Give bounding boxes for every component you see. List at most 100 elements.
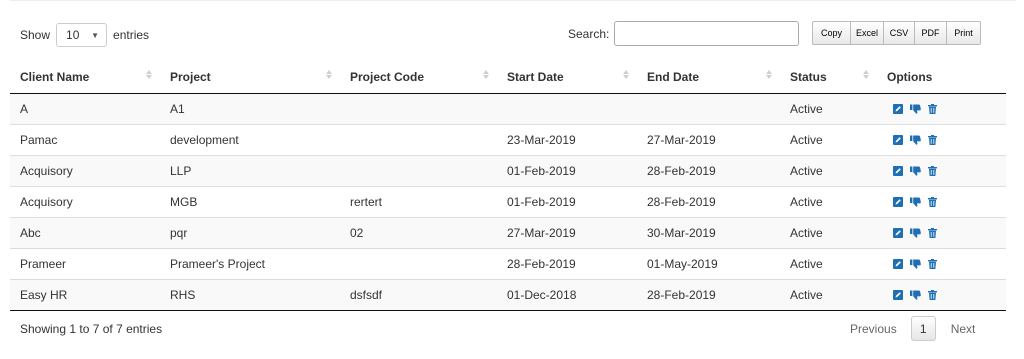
table-row: Acquisory LLP 01-Feb-2019 28-Feb-2019 Active xyxy=(10,154,1006,186)
cell-options xyxy=(877,216,1006,248)
cell-start-date: 01-Feb-2019 xyxy=(497,154,637,186)
entries-select[interactable]: 10 ▼ xyxy=(56,23,108,47)
cell-client-name: Acquisory xyxy=(10,185,160,217)
column-header-options: Options xyxy=(877,61,1006,94)
cell-status: Active xyxy=(780,93,877,124)
trash-icon[interactable] xyxy=(928,165,937,176)
table-row: A A1 Active xyxy=(10,93,1006,124)
table-row: Easy HR RHS dsfsdf 01-Dec-2018 28-Feb-2019 Ac… xyxy=(10,278,1006,311)
clients-table: Client Name Project Project Code Start D… xyxy=(10,61,1006,311)
table-row: Abc pqr 02 27-Mar-2019 30-Mar-2019 Active xyxy=(10,216,1006,248)
thumbs-down-icon[interactable] xyxy=(910,166,921,176)
cell-project-code: 02 xyxy=(340,216,497,248)
edit-icon[interactable] xyxy=(893,289,903,300)
cell-options xyxy=(877,93,1006,124)
search-input[interactable] xyxy=(614,21,800,46)
edit-icon[interactable] xyxy=(893,165,903,176)
cell-options xyxy=(877,185,1006,217)
column-header-start-date[interactable]: Start Date xyxy=(497,61,637,94)
cell-status: Active xyxy=(780,247,877,279)
trash-icon[interactable] xyxy=(928,289,937,300)
cell-project-code xyxy=(340,247,497,279)
trash-icon[interactable] xyxy=(928,227,937,238)
cell-end-date: 28-Feb-2019 xyxy=(637,278,780,311)
sort-icon xyxy=(766,70,772,79)
cell-options xyxy=(877,247,1006,279)
csv-button[interactable]: CSV xyxy=(883,21,915,45)
show-label: Show xyxy=(20,28,51,42)
cell-end-date: 27-Mar-2019 xyxy=(637,123,780,155)
sort-icon xyxy=(623,70,629,79)
sort-icon xyxy=(483,70,489,79)
cell-project: pqr xyxy=(160,216,340,248)
page-button-current[interactable]: 1 xyxy=(910,316,936,341)
cell-client-name: Pamac xyxy=(10,123,160,155)
cell-status: Active xyxy=(780,278,877,311)
print-button[interactable]: Print xyxy=(946,21,981,45)
cell-project-code xyxy=(340,93,497,124)
cell-options xyxy=(877,154,1006,186)
pdf-button[interactable]: PDF xyxy=(914,21,947,45)
cell-project: MGB xyxy=(160,185,340,217)
cell-status: Active xyxy=(780,123,877,155)
edit-icon[interactable] xyxy=(893,258,903,269)
column-header-client-name[interactable]: Client Name xyxy=(10,61,160,94)
previous-page-button[interactable]: Previous xyxy=(850,322,897,336)
trash-icon[interactable] xyxy=(928,103,937,114)
cell-client-name: Prameer xyxy=(10,247,160,279)
thumbs-down-icon[interactable] xyxy=(910,228,921,238)
entries-select-value: 10 xyxy=(66,28,80,42)
excel-button[interactable]: Excel xyxy=(850,21,884,45)
trash-icon[interactable] xyxy=(928,196,937,207)
edit-icon[interactable] xyxy=(893,134,903,145)
cell-client-name: Acquisory xyxy=(10,154,160,186)
thumbs-down-icon[interactable] xyxy=(910,135,921,145)
cell-project-code xyxy=(340,154,497,186)
trash-icon[interactable] xyxy=(928,134,937,145)
column-header-status[interactable]: Status xyxy=(780,61,877,94)
cell-end-date: 28-Feb-2019 xyxy=(637,154,780,186)
cell-end-date: 30-Mar-2019 xyxy=(637,216,780,248)
edit-icon[interactable] xyxy=(893,227,903,238)
thumbs-down-icon[interactable] xyxy=(910,197,921,207)
entries-label: entries xyxy=(113,28,150,42)
cell-start-date: 27-Mar-2019 xyxy=(497,216,637,248)
table-row: Acquisory MGB rertert 01-Feb-2019 28-Feb-201… xyxy=(10,185,1006,217)
cell-project: A1 xyxy=(160,93,340,124)
cell-end-date: 28-Feb-2019 xyxy=(637,185,780,217)
cell-project-code: rertert xyxy=(340,185,497,217)
cell-project: RHS xyxy=(160,278,340,311)
entries-length-control: Show 10 ▼ entries xyxy=(20,23,149,47)
next-page-button[interactable]: Next xyxy=(951,322,976,336)
thumbs-down-icon[interactable] xyxy=(910,104,921,114)
cell-project: LLP xyxy=(160,154,340,186)
cell-start-date: 01-Dec-2018 xyxy=(497,278,637,311)
export-button-group: Copy Excel CSV PDF Print xyxy=(812,21,981,45)
cell-project-code: dsfsdf xyxy=(340,278,497,311)
sort-icon xyxy=(863,70,869,79)
search-control: Search: xyxy=(568,21,800,46)
pagination: Previous 1 Next xyxy=(850,316,975,341)
edit-icon[interactable] xyxy=(893,196,903,207)
cell-status: Active xyxy=(780,216,877,248)
cell-status: Active xyxy=(780,154,877,186)
trash-icon[interactable] xyxy=(928,258,937,269)
column-header-project[interactable]: Project xyxy=(160,61,340,94)
cell-project-code xyxy=(340,123,497,155)
cell-project: development xyxy=(160,123,340,155)
top-divider xyxy=(10,0,1016,1)
column-header-project-code[interactable]: Project Code xyxy=(340,61,497,94)
sort-icon xyxy=(146,70,152,79)
column-header-end-date[interactable]: End Date xyxy=(637,61,780,94)
cell-client-name: Abc xyxy=(10,216,160,248)
thumbs-down-icon[interactable] xyxy=(910,290,921,300)
cell-end-date xyxy=(637,93,780,124)
thumbs-down-icon[interactable] xyxy=(910,259,921,269)
cell-start-date: 28-Feb-2019 xyxy=(497,247,637,279)
table-header-row: Client Name Project Project Code Start D… xyxy=(10,61,1006,94)
cell-project: Prameer's Project xyxy=(160,247,340,279)
table-row: Prameer Prameer's Project 28-Feb-2019 01-Ma… xyxy=(10,247,1006,279)
chevron-down-icon: ▼ xyxy=(91,30,100,40)
edit-icon[interactable] xyxy=(893,103,903,114)
copy-button[interactable]: Copy xyxy=(812,21,851,45)
